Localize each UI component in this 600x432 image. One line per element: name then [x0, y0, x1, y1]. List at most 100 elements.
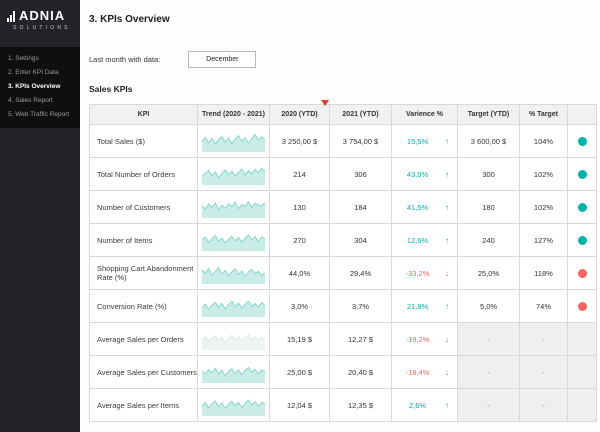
- table-row: Conversion Rate (%) 3,0%3,7% 21,8%↑ 5,0%74%: [90, 290, 597, 323]
- target-cell: -: [458, 323, 520, 356]
- variance-up-arrow-icon: ↑: [437, 170, 449, 179]
- status-cell: [568, 290, 597, 323]
- trend-sparkline: [202, 196, 265, 218]
- value-2020-cell: 12,04 $: [270, 389, 330, 422]
- target-cell: 3 600,00 $: [458, 125, 520, 158]
- sidebar-item-web-traffic-report[interactable]: 5. Web Traffic Report: [8, 111, 72, 119]
- kpi-name-cell: Shopping Cart Abandonment Rate (%): [90, 257, 198, 290]
- variance-value: 21,8%: [398, 302, 437, 311]
- trend-cell: [198, 224, 270, 257]
- table-header-row: KPI Trend (2020 - 2021) 2020 (YTD) 2021 …: [90, 105, 597, 125]
- trend-cell: [198, 125, 270, 158]
- page-title: 3. KPIs Overview: [80, 0, 600, 25]
- trend-sparkline: [202, 163, 265, 185]
- trend-sparkline: [202, 328, 265, 350]
- value-2020-cell: 25,00 $: [270, 356, 330, 389]
- target-cell: 180: [458, 191, 520, 224]
- last-month-label: Last month with data:: [89, 55, 160, 64]
- status-dot-bad-icon: [578, 302, 587, 311]
- sidebar-item-enter-kpi-data[interactable]: 2. Enter KPI Data: [8, 69, 72, 77]
- variance-value: -33,2%: [398, 269, 437, 278]
- variance-cell: 15,5%↑: [392, 125, 458, 158]
- value-2020-cell: 3,0%: [270, 290, 330, 323]
- value-2020-cell: 130: [270, 191, 330, 224]
- value-2021-cell: 3,7%: [330, 290, 392, 323]
- last-month-control: Last month with data: December: [89, 51, 600, 68]
- logo-text: ADNIA: [19, 10, 65, 22]
- pct-target-cell: -: [520, 356, 568, 389]
- pct-target-cell: 102%: [520, 191, 568, 224]
- kpi-name-cell: Average Sales per Customers: [90, 356, 198, 389]
- variance-value: 2,6%: [398, 401, 437, 410]
- sidebar-item-settings[interactable]: 1. Settings: [8, 55, 72, 63]
- variance-value: 15,5%: [398, 137, 437, 146]
- status-dot-good-icon: [578, 236, 587, 245]
- status-cell: [568, 356, 597, 389]
- variance-cell: -18,4%↓: [392, 356, 458, 389]
- trend-sparkline: [202, 130, 265, 152]
- value-2020-cell: 15,19 $: [270, 323, 330, 356]
- value-2021-cell: 29,4%: [330, 257, 392, 290]
- variance-up-arrow-icon: ↑: [437, 203, 449, 212]
- variance-cell: -19,2%↓: [392, 323, 458, 356]
- variance-value: 41,5%: [398, 203, 437, 212]
- table-row: Average Sales per Items12,04 $12,35 $2,6…: [90, 389, 597, 422]
- sidebar-item-sales-report[interactable]: 4. Sales Report: [8, 97, 72, 105]
- header-pct-target: % Target: [520, 105, 568, 125]
- last-month-select[interactable]: December: [188, 51, 256, 68]
- variance-value: -19,2%: [398, 335, 437, 344]
- variance-cell: 41,5%↑: [392, 191, 458, 224]
- table-row: Average Sales per Customers 25,00 $20,40 …: [90, 356, 597, 389]
- logo-bars-icon: [7, 11, 16, 22]
- value-2020-cell: 214: [270, 158, 330, 191]
- trend-cell: [198, 356, 270, 389]
- status-cell: [568, 191, 597, 224]
- variance-cell: 43,0%↑: [392, 158, 458, 191]
- header-trend: Trend (2020 - 2021): [198, 105, 270, 125]
- variance-up-arrow-icon: ↑: [437, 302, 449, 311]
- pct-target-cell: -: [520, 389, 568, 422]
- main-content: 3. KPIs Overview Last month with data: D…: [80, 0, 600, 432]
- kpi-name-cell: Conversion Rate (%): [90, 290, 198, 323]
- variance-value: 43,0%: [398, 170, 437, 179]
- status-cell: [568, 125, 597, 158]
- trend-cell: [198, 323, 270, 356]
- trend-sparkline: [202, 262, 265, 284]
- status-dot-bad-icon: [578, 269, 587, 278]
- pct-target-cell: 102%: [520, 158, 568, 191]
- status-cell: [568, 224, 597, 257]
- sidebar-item-kpis-overview[interactable]: 3. KPIs Overview: [8, 83, 72, 91]
- table-row: Average Sales per Orders15,19 $12,27 $-1…: [90, 323, 597, 356]
- header-variance: Varience %: [392, 105, 458, 125]
- variance-cell: 12,6%↑: [392, 224, 458, 257]
- value-2020-cell: 3 250,00 $: [270, 125, 330, 158]
- trend-sparkline: [202, 295, 265, 317]
- pct-target-cell: 104%: [520, 125, 568, 158]
- kpi-name-cell: Number of Customers: [90, 191, 198, 224]
- header-target-ytd: Target (YTD): [458, 105, 520, 125]
- trend-cell: [198, 389, 270, 422]
- pct-target-cell: 74%: [520, 290, 568, 323]
- table-row: Number of Items27030412,6%↑240127%: [90, 224, 597, 257]
- trend-sparkline: [202, 229, 265, 251]
- status-dot-good-icon: [578, 170, 587, 179]
- variance-cell: 2,6%↑: [392, 389, 458, 422]
- kpi-name-cell: Total Number of Orders: [90, 158, 198, 191]
- value-2020-cell: 270: [270, 224, 330, 257]
- pct-target-cell: 118%: [520, 257, 568, 290]
- status-cell: [568, 323, 597, 356]
- value-2021-cell: 3 754,00 $: [330, 125, 392, 158]
- status-cell: [568, 257, 597, 290]
- variance-value: -18,4%: [398, 368, 437, 377]
- target-cell: 25,0%: [458, 257, 520, 290]
- trend-cell: [198, 191, 270, 224]
- target-cell: -: [458, 356, 520, 389]
- header-2021-ytd: 2021 (YTD): [330, 105, 392, 125]
- header-kpi: KPI: [90, 105, 198, 125]
- logo: ADNIA SOLUTIONS: [0, 0, 80, 31]
- trend-cell: [198, 158, 270, 191]
- target-cell: 5,0%: [458, 290, 520, 323]
- value-2021-cell: 306: [330, 158, 392, 191]
- value-2021-cell: 20,40 $: [330, 356, 392, 389]
- kpi-table-body: Total Sales ($)3 250,00 $3 754,00 $15,5%…: [90, 125, 597, 422]
